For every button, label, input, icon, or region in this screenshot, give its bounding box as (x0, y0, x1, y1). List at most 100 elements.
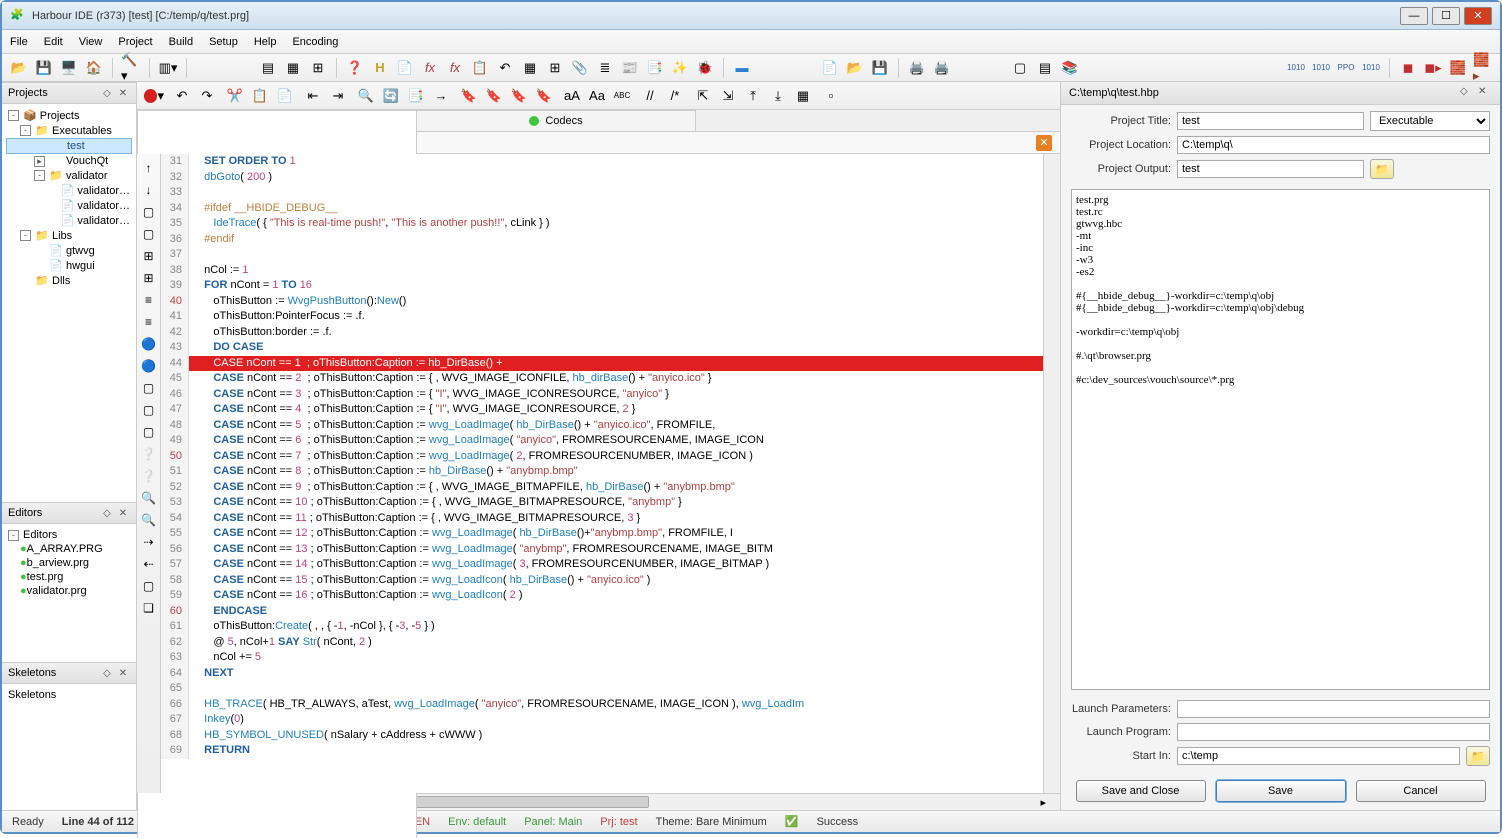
project-type-select[interactable]: Executable (1370, 111, 1490, 131)
code-line[interactable]: 45 CASE nCont == 2 ; oThisButton:Caption… (161, 371, 1043, 387)
code-line[interactable]: 50 CASE nCont == 7 ; oThisButton:Caption… (161, 449, 1043, 465)
code-line[interactable]: 32 dbGoto( 200 ) (161, 170, 1043, 186)
compile2-icon[interactable]: 1010 (1310, 57, 1332, 79)
panel-icon[interactable]: ▥▾ (157, 57, 179, 79)
cut-icon[interactable]: ✂️ (224, 85, 246, 107)
project-location-input[interactable] (1177, 136, 1490, 154)
nav4-icon[interactable]: ⤓ (767, 85, 789, 107)
browse-icon[interactable]: ▦ (792, 85, 814, 107)
grid-icon[interactable]: ▦ (519, 57, 541, 79)
maximize-button[interactable]: ☐ (1432, 7, 1460, 25)
view-1-icon[interactable]: ▤ (257, 57, 279, 79)
startin-input[interactable] (1177, 747, 1460, 765)
launch-program-input[interactable] (1177, 723, 1490, 741)
tree-node[interactable]: -📁Executables (6, 123, 132, 138)
code-line[interactable]: 69 RETURN (161, 743, 1043, 759)
tree-root[interactable]: -📦 Projects (6, 108, 132, 123)
bm4-icon[interactable]: 🔖 (533, 85, 555, 107)
compile1-icon[interactable]: 1010 (1285, 57, 1307, 79)
code-line[interactable]: 66 HB_TRACE( HB_TR_ALWAYS, aTest, wvg_Lo… (161, 697, 1043, 713)
home-icon[interactable]: 🏠 (83, 57, 105, 79)
menu-help[interactable]: Help (254, 36, 277, 48)
print2-icon[interactable]: 🖨️ (931, 57, 953, 79)
build-icon[interactable]: 🔨▾ (120, 57, 142, 79)
save-close-button[interactable]: Save and Close (1076, 780, 1206, 802)
menu-edit[interactable]: Edit (44, 36, 63, 48)
tree-node[interactable]: -📁Libs (6, 228, 132, 243)
bug-icon[interactable]: 🐞 (694, 57, 716, 79)
code-line[interactable]: 38 nCol := 1 (161, 263, 1043, 279)
menu-build[interactable]: Build (169, 36, 193, 48)
code-line[interactable]: 58 CASE nCont == 15 ; oThisButton:Captio… (161, 573, 1043, 589)
menu-file[interactable]: File (10, 36, 28, 48)
launch-params-input[interactable] (1177, 700, 1490, 718)
file-new-icon[interactable]: 📄 (819, 57, 841, 79)
project-title-input[interactable] (1177, 112, 1364, 130)
tree-node[interactable]: 📄validator… (6, 213, 132, 228)
close-button[interactable]: ✕ (1464, 7, 1492, 25)
print-icon[interactable]: 🖨️ (906, 57, 928, 79)
breakpoint-icon[interactable]: ▾ (143, 85, 165, 107)
uncomment-icon[interactable]: /* (664, 85, 686, 107)
code-line[interactable]: 44 CASE nCont == 1 ; oThisButton:Caption… (161, 356, 1043, 372)
open-icon[interactable]: 📂 (8, 57, 30, 79)
props-close-icon[interactable]: ✕ (1478, 86, 1492, 100)
projects-float-icon[interactable]: ◇ (100, 86, 114, 100)
close-tab-icon[interactable]: ✕ (1036, 135, 1052, 151)
menu-encoding[interactable]: Encoding (292, 36, 338, 48)
menu-setup[interactable]: Setup (209, 36, 238, 48)
tree-node[interactable]: ▸VouchQt (6, 154, 132, 168)
code-line[interactable]: 33 (161, 185, 1043, 201)
skeletons-tree[interactable]: Skeletons (2, 684, 136, 706)
minimize-button[interactable]: — (1400, 7, 1428, 25)
view-2-icon[interactable]: ▦ (282, 57, 304, 79)
editors-float-icon[interactable]: ◇ (100, 506, 114, 520)
tree-node[interactable]: ● A_ARRAY.PRG (6, 542, 132, 556)
indent-in-icon[interactable]: ⇥ (327, 85, 349, 107)
paste-icon[interactable]: 📄 (274, 85, 296, 107)
attach-icon[interactable]: 📎 (569, 57, 591, 79)
skeletons-close-icon[interactable]: ✕ (116, 666, 130, 680)
code-line[interactable]: 46 CASE nCont == 3 ; oThisButton:Caption… (161, 387, 1043, 403)
code-editor[interactable]: 31 SET ORDER TO 132 dbGoto( 200 )3334 #i… (161, 154, 1043, 793)
nav2-icon[interactable]: ⇲ (717, 85, 739, 107)
editors-tree[interactable]: - Editors● A_ARRAY.PRG● b_arview.prg● te… (2, 524, 136, 602)
code-line[interactable]: 48 CASE nCont == 5 ; oThisButton:Caption… (161, 418, 1043, 434)
doc-icon[interactable]: 📄 (394, 57, 416, 79)
vertical-scrollbar[interactable] (1043, 154, 1060, 793)
layout-icon[interactable]: ▤ (1034, 57, 1056, 79)
code-line[interactable]: 67 Inkey(0) (161, 712, 1043, 728)
view-3-icon[interactable]: ⊞ (307, 57, 329, 79)
nav3-icon[interactable]: ⤒ (742, 85, 764, 107)
code-line[interactable]: 39 FOR nCont = 1 TO 16 (161, 278, 1043, 294)
fx-icon[interactable]: fx (419, 57, 441, 79)
code-line[interactable]: 59 CASE nCont == 16 ; oThisButton:Captio… (161, 588, 1043, 604)
startin-folder-icon[interactable]: 📁 (1466, 746, 1490, 766)
window-icon[interactable]: 🖥️ (58, 57, 80, 79)
replace-icon[interactable]: 🔄 (380, 85, 402, 107)
code-line[interactable]: 36 #endif (161, 232, 1043, 248)
form-icon[interactable]: ▢ (1009, 57, 1031, 79)
case2-icon[interactable]: Aa (586, 85, 608, 107)
file-save-icon[interactable]: 💾 (869, 57, 891, 79)
stop-icon[interactable]: ▫ (820, 85, 842, 107)
copy-icon[interactable]: 📑 (644, 57, 666, 79)
bm2-icon[interactable]: 🔖 (483, 85, 505, 107)
code-line[interactable]: 61 oThisButton:Create( , , { -1, -nCol }… (161, 619, 1043, 635)
project-output-input[interactable] (1177, 160, 1364, 178)
compile3-icon[interactable]: 1010 (1360, 57, 1382, 79)
h-icon[interactable]: H (369, 57, 391, 79)
output-folder-icon[interactable]: 📁 (1370, 159, 1394, 179)
compile-ppo-icon[interactable]: PPO (1335, 57, 1357, 79)
props-float-icon[interactable]: ◇ (1460, 86, 1474, 100)
code-line[interactable]: 37 (161, 247, 1043, 263)
tab-codecs[interactable]: Codecs (416, 110, 696, 131)
bm3-icon[interactable]: 🔖 (508, 85, 530, 107)
tree-node[interactable]: ● b_arview.prg (6, 556, 132, 570)
save-button[interactable]: Save (1216, 780, 1346, 802)
code-line[interactable]: 65 (161, 681, 1043, 697)
code-line[interactable]: 40 oThisButton := WvgPushButton():New() (161, 294, 1043, 310)
left-gutter-icons[interactable]: ↑ ↓ ▢ ▢ ⊞ ⊞ ≡ ≡ 🔵 🔵 ▢ ▢ ▢ ❔ ❔ 🔍 🔍 ⇢ ⇠ ▢ (137, 154, 161, 793)
code-line[interactable]: 53 CASE nCont == 10 ; oThisButton:Captio… (161, 495, 1043, 511)
build-red1-icon[interactable]: ◼ (1397, 57, 1419, 79)
